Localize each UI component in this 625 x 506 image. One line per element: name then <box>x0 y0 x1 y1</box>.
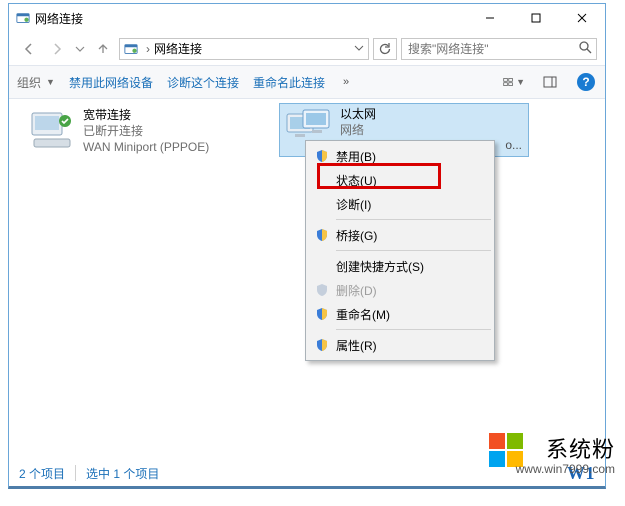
menu-item-label: 创建快捷方式(S) <box>336 258 424 275</box>
menu-item-status[interactable]: 状态(U) <box>308 168 492 192</box>
menu-item-create-shortcut[interactable]: 创建快捷方式(S) <box>308 254 492 278</box>
shield-icon <box>314 337 330 353</box>
watermark-url: www.win7999.com <box>516 462 615 476</box>
status-selection-count: 选中 1 个项目 <box>86 465 159 482</box>
cmd-disable-device-label: 禁用此网络设备 <box>69 74 153 91</box>
close-button[interactable] <box>559 4 605 32</box>
command-bar: 组织 ▼ 禁用此网络设备 诊断这个连接 重命名此连接 » ▼ ? <box>9 65 605 99</box>
preview-pane-button[interactable] <box>539 71 561 93</box>
chevron-down-icon: ▼ <box>43 77 55 87</box>
menu-item-disable[interactable]: 禁用(B) <box>308 144 492 168</box>
chevron-down-icon[interactable] <box>354 42 364 56</box>
connection-device: WAN Miniport (PPPOE) <box>83 139 209 155</box>
connection-device-tail: o... <box>505 138 522 152</box>
menu-item-delete[interactable]: 删除(D) <box>308 278 492 302</box>
help-icon: ? <box>577 73 595 91</box>
cmd-diagnose[interactable]: 诊断这个连接 <box>167 74 239 91</box>
menu-separator <box>336 329 491 330</box>
minimize-button[interactable] <box>467 4 513 32</box>
window-title: 网络连接 <box>35 10 83 27</box>
cmd-disable-device[interactable]: 禁用此网络设备 <box>69 74 153 91</box>
connection-state: 已断开连接 <box>83 123 209 139</box>
connection-labels: 宽带连接 已断开连接 WAN Miniport (PPPOE) <box>83 107 209 155</box>
breadcrumb-bar[interactable]: › 网络连接 <box>119 38 369 60</box>
menu-item-bridge[interactable]: 桥接(G) <box>308 223 492 247</box>
chevron-down-icon: ▼ <box>513 77 525 87</box>
help-button[interactable]: ? <box>575 71 597 93</box>
cmd-diagnose-label: 诊断这个连接 <box>167 74 239 91</box>
watermark-brand: 系统粉 <box>546 432 615 464</box>
organize-menu[interactable]: 组织 ▼ <box>17 74 55 91</box>
history-dropdown[interactable] <box>73 37 87 61</box>
forward-button[interactable] <box>45 37 69 61</box>
blank-icon <box>314 196 330 212</box>
menu-item-label: 删除(D) <box>336 282 377 299</box>
shield-icon <box>314 227 330 243</box>
menu-item-label: 属性(R) <box>336 337 377 354</box>
search-box[interactable] <box>401 38 597 60</box>
address-bar: › 网络连接 <box>9 32 605 65</box>
context-menu: 禁用(B) 状态(U) 诊断(I) 桥接(G) 创建快捷方式(S) 删除(D) <box>305 140 495 361</box>
shield-icon <box>314 306 330 322</box>
search-icon <box>578 40 592 57</box>
menu-item-label: 诊断(I) <box>336 196 371 213</box>
titlebar: 网络连接 <box>9 4 605 32</box>
connection-name: 宽带连接 <box>83 107 209 123</box>
blank-icon <box>314 258 330 274</box>
shield-icon <box>314 148 330 164</box>
status-separator <box>75 465 76 481</box>
blank-icon <box>314 172 330 188</box>
menu-item-properties[interactable]: 属性(R) <box>308 333 492 357</box>
connection-labels: 以太网 网络 <box>340 106 376 138</box>
connection-item-broadband[interactable]: 宽带连接 已断开连接 WAN Miniport (PPPOE) <box>27 107 267 155</box>
menu-item-label: 状态(U) <box>336 172 377 189</box>
menu-item-diagnose[interactable]: 诊断(I) <box>308 192 492 216</box>
connection-name: 以太网 <box>340 106 376 122</box>
menu-item-rename[interactable]: 重命名(M) <box>308 302 492 326</box>
maximize-button[interactable] <box>513 4 559 32</box>
organize-label: 组织 <box>17 74 41 91</box>
up-button[interactable] <box>91 37 115 61</box>
window-icon <box>15 10 31 26</box>
shield-icon <box>314 282 330 298</box>
overflow-chevron[interactable]: » <box>339 76 354 88</box>
menu-item-label: 禁用(B) <box>336 148 376 165</box>
menu-item-label: 桥接(G) <box>336 227 377 244</box>
breadcrumb-item[interactable]: 网络连接 <box>154 40 202 57</box>
menu-separator <box>336 250 491 251</box>
status-item-count: 2 个项目 <box>19 465 65 482</box>
cmd-rename[interactable]: 重命名此连接 <box>253 74 325 91</box>
menu-separator <box>336 219 491 220</box>
back-button[interactable] <box>17 37 41 61</box>
cmd-rename-label: 重命名此连接 <box>253 74 325 91</box>
modem-icon <box>27 107 77 153</box>
menu-item-label: 重命名(M) <box>336 306 390 323</box>
connection-state: 网络 <box>340 122 376 138</box>
search-input[interactable] <box>406 41 574 57</box>
view-options-button[interactable]: ▼ <box>503 71 525 93</box>
refresh-button[interactable] <box>373 38 397 60</box>
location-icon <box>122 41 140 57</box>
chevron-right-icon: › <box>142 42 154 56</box>
explorer-window: 网络连接 › 网络连接 <box>8 3 606 489</box>
